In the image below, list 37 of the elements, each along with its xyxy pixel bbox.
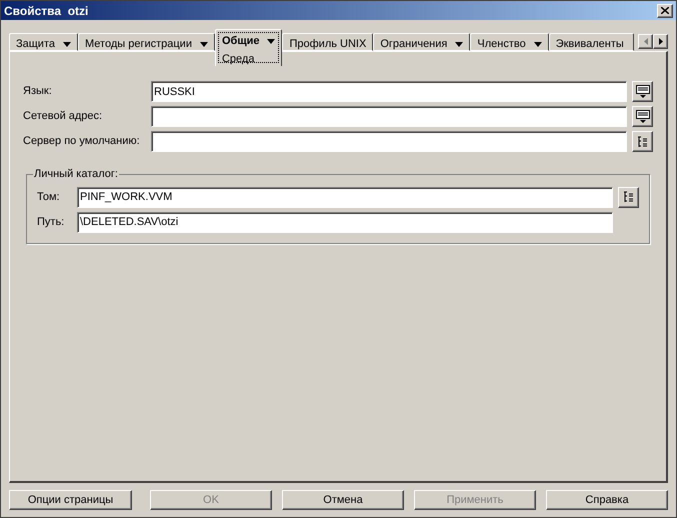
list-button[interactable] [632,81,653,102]
close-icon [661,7,669,14]
field-label: Сервер по умолчанию: [23,134,141,150]
tab[interactable]: Защита [9,33,78,51]
tab[interactable]: Профиль UNIX [282,33,374,51]
tab[interactable]: Ограничения [373,33,470,51]
browse-button[interactable] [632,131,653,152]
list-button[interactable] [632,106,653,127]
list-icon [636,85,650,98]
right-arrow-icon [658,38,662,45]
input-field[interactable]: \DELETED.SAV\otzi [77,212,613,232]
input-field[interactable] [151,106,627,127]
input-field[interactable]: RUSSKI [151,81,627,102]
dialog-button[interactable]: Опции страницы [9,490,132,510]
dialog-button[interactable]: Отмена [282,490,404,510]
browse-button[interactable] [618,186,639,208]
tree-icon [623,191,634,203]
field-label: Язык: [23,84,53,100]
field-label: Сетевой адрес: [23,109,104,124]
subpage-label: Среда [222,52,254,66]
tab[interactable]: Общие Среда [214,29,282,66]
left-arrow-icon [644,38,648,45]
tab[interactable]: Методы регистрации [78,33,215,51]
input-field[interactable] [151,131,627,152]
scroll-right-button[interactable] [653,34,668,49]
group-title: Личный каталог: [33,167,119,182]
scroll-left-button[interactable] [638,34,653,49]
input-field[interactable]: PINF_WORK.VVM [77,186,613,208]
field-label: Путь: [37,214,66,230]
window-title: Свойства otzi [4,2,88,20]
dialog-button[interactable]: Справка [546,490,668,510]
tab[interactable]: Эквиваленты [548,33,634,51]
list-icon [636,110,650,123]
tree-icon [637,136,648,148]
field-label: Том: [37,190,61,205]
tab[interactable]: Членство [470,33,549,51]
close-button[interactable] [657,4,673,18]
